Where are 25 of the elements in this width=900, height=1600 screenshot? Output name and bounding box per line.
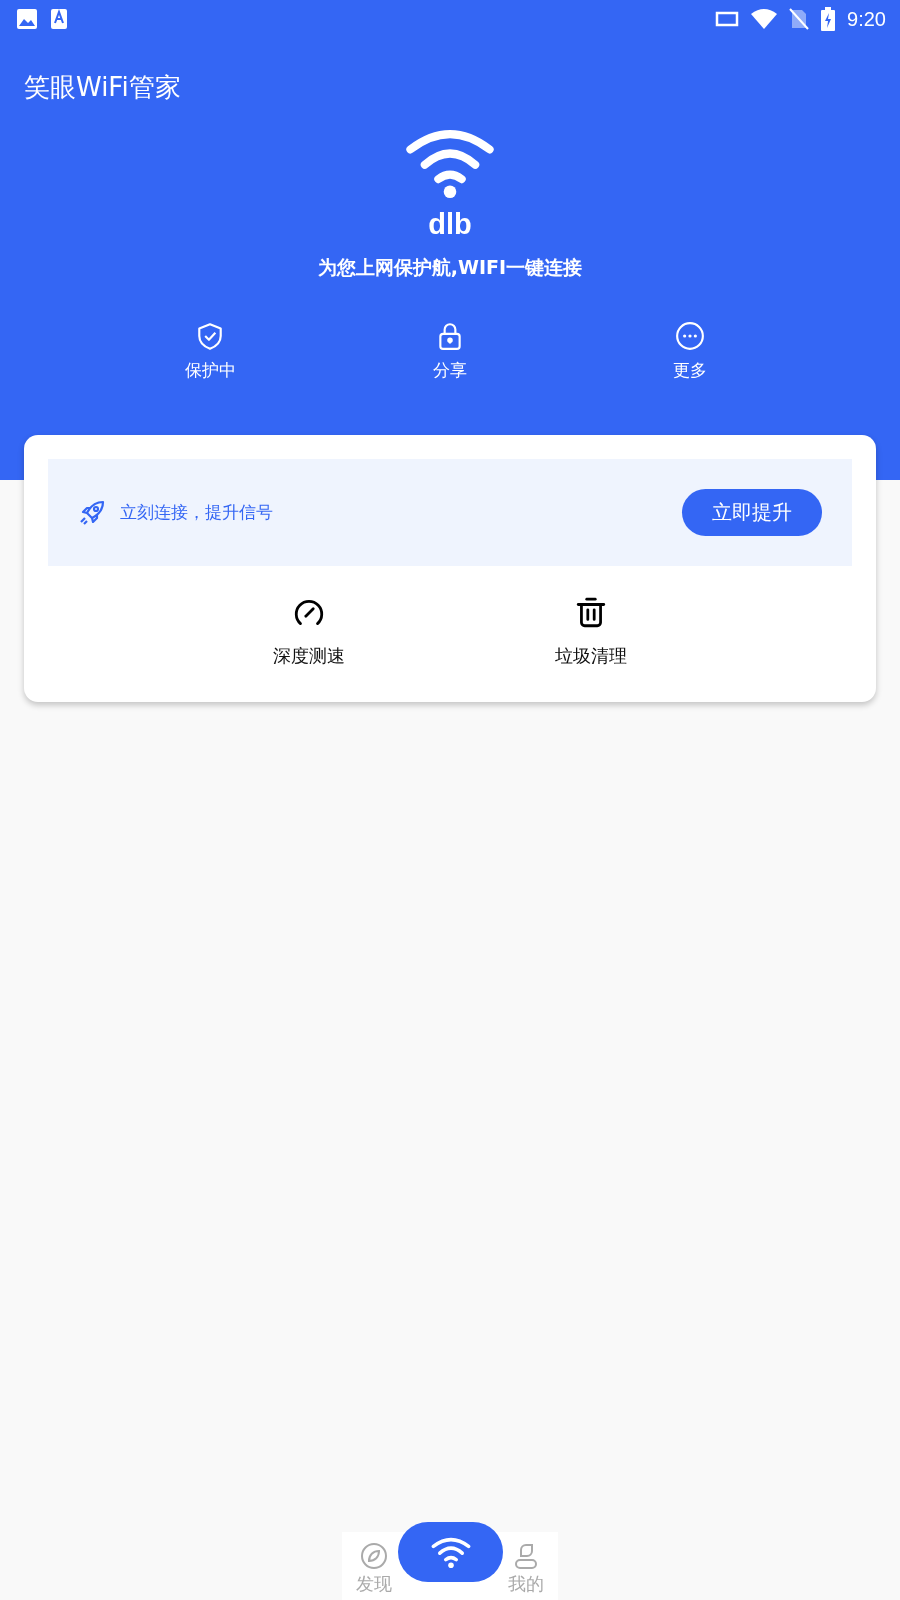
image-icon: [16, 8, 38, 30]
cast-icon: [715, 10, 740, 28]
action-button[interactable]: 分享: [390, 320, 510, 382]
user-icon: [512, 1542, 540, 1570]
boost-text: 立刻连接，提升信号: [120, 501, 274, 524]
shield-check-icon: [195, 320, 225, 351]
no-sim-icon: [789, 8, 810, 30]
action-button[interactable]: 保护中: [150, 320, 270, 382]
more-icon: [675, 320, 705, 351]
wifi-nav-button[interactable]: [398, 1522, 503, 1582]
app-title: 笑眼WiFi管家: [24, 72, 181, 102]
tool-button[interactable]: 深度测速: [239, 596, 379, 668]
tool-button[interactable]: 垃圾清理: [521, 596, 661, 668]
font-icon: [50, 8, 68, 30]
rocket-icon: [78, 498, 106, 527]
compass-icon: [360, 1542, 388, 1570]
trash-icon: [574, 596, 608, 630]
clock-time: 9:20: [847, 7, 886, 31]
network-name: dlb: [428, 207, 472, 241]
slogan-text: 为您上网保护航,WIFI一键连接: [317, 254, 583, 280]
battery-charging-icon: [821, 7, 836, 31]
action-button[interactable]: 更多: [630, 320, 750, 382]
wifi-icon: [430, 1535, 471, 1569]
wifi-signal-icon: [751, 9, 778, 29]
boost-button[interactable]: 立即提升: [682, 489, 822, 536]
